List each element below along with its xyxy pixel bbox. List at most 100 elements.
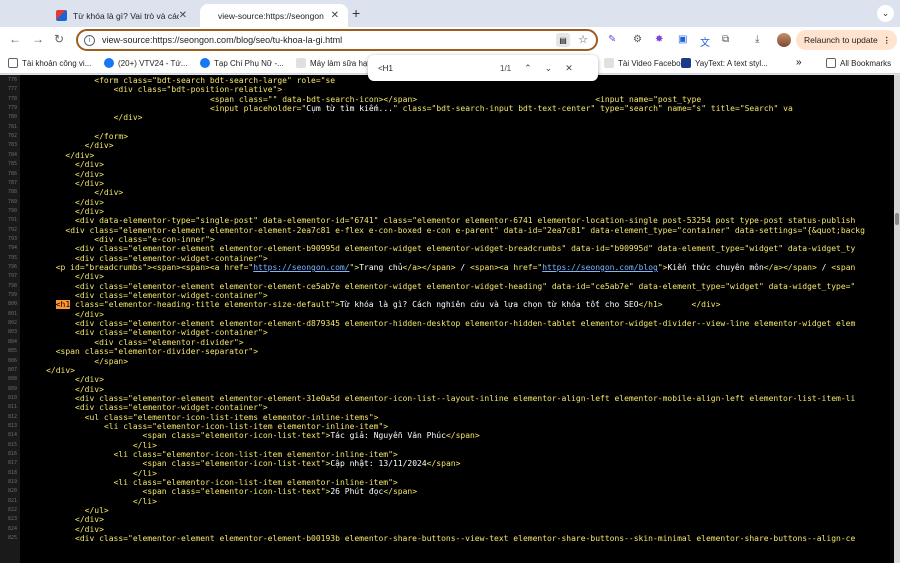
bookmark-item[interactable]: Máy làm sữa hạt (296, 58, 370, 68)
line-number: 807 (7, 366, 17, 373)
download-icon[interactable]: ⤓ (755, 34, 759, 45)
scrollbar-thumb[interactable] (895, 213, 899, 225)
bookmark-item[interactable]: Tạp Chí Phụ Nữ -... (200, 58, 284, 68)
source-token: </div> (75, 272, 104, 282)
bookmarks-overflow-button[interactable]: » (796, 57, 802, 68)
source-code: </div> (65, 151, 94, 160)
line-number: 811 (7, 404, 17, 411)
find-previous-button[interactable]: ⌃ (524, 63, 532, 74)
source-line: 807 </div> (0, 366, 894, 375)
line-number: 779 (7, 105, 17, 112)
source-line: 797 </div> (0, 272, 894, 281)
yaytext-icon (681, 58, 691, 68)
forward-button[interactable]: → (32, 32, 44, 46)
source-code: </div> (75, 160, 104, 169)
folder-icon (8, 58, 18, 68)
line-number: 776 (7, 77, 17, 83)
source-token: <form class="bdt-search bdt-search-large… (94, 76, 336, 85)
source-link[interactable]: https://seongon.com/blog (542, 263, 658, 272)
line-number: 794 (7, 245, 17, 252)
tab-article[interactable]: Từ khóa là gì? Vai trò và cách ✕ (46, 4, 196, 27)
bookmark-item[interactable]: Tài Video Faceboo... (604, 58, 692, 68)
facebook-icon (200, 58, 210, 68)
source-token: <li class="elementor-icon-list-item elem… (113, 478, 398, 488)
bookmark-item[interactable]: (20+) VTV24 - Tứ... (104, 58, 187, 68)
source-link[interactable]: https://seongon.com/ (253, 263, 349, 272)
page-action-icon[interactable]: ▤ (556, 33, 570, 47)
line-number: 778 (7, 95, 17, 102)
extension-flower-icon[interactable]: ✸ (655, 34, 663, 45)
close-tab-icon[interactable]: ✕ (179, 10, 187, 21)
extensions-puzzle-icon[interactable]: ⧉ (722, 34, 729, 45)
source-code: </div> (75, 515, 104, 524)
source-token: <div class="elementor-element elementor-… (75, 319, 856, 329)
translate-icon[interactable]: 文 (700, 34, 710, 49)
source-token: </a></span> (402, 263, 461, 272)
line-number: 782 (7, 133, 17, 140)
url-text[interactable]: view-source:https://seongon.com/blog/seo… (102, 35, 342, 45)
line-number: 796 (7, 264, 17, 270)
profile-avatar[interactable] (777, 33, 791, 47)
line-number: 785 (7, 161, 17, 168)
find-next-button[interactable]: ⌄ (545, 63, 553, 74)
source-line: 812 <ul class="elementor-icon-list-items … (0, 413, 894, 422)
back-button[interactable]: ← (9, 32, 21, 46)
source-line: 777 <div class="bdt-position-relative"> (0, 85, 894, 94)
source-token: </span> (445, 431, 480, 441)
bookmark-item[interactable]: YayText: A text styl... (681, 58, 768, 68)
source-code: <li class="elementor-icon-list-item elem… (104, 422, 388, 431)
source-line: 820 <span class="elementor-icon-list-text… (0, 487, 894, 496)
source-token: <p id="breadcrumbs"><span><span><a href=… (55, 263, 254, 272)
new-tab-button[interactable]: + (352, 5, 360, 21)
source-code: </div> (94, 188, 123, 197)
source-token: <ul class="elementor-icon-list-items ele… (84, 412, 379, 422)
line-number: 781 (7, 123, 17, 130)
source-code: <div class="elementor-widget-container"> (75, 403, 268, 412)
line-number: 788 (7, 189, 17, 196)
close-tab-icon[interactable]: ✕ (331, 10, 339, 21)
relaunch-button[interactable]: Relaunch to update ⋮ (796, 30, 897, 50)
source-token: <div class="elementor-element elementor-… (75, 281, 856, 291)
source-token: </span> (383, 487, 418, 497)
bookmark-star-icon[interactable]: ☆ (578, 33, 588, 46)
source-token: <div class="elementor-element elementor-… (75, 534, 856, 544)
source-token: Trang chủ (359, 263, 403, 272)
source-token: Cụm từ tìm kiếm... (306, 104, 393, 114)
source-token: <div class="elementor-divider"> (94, 337, 244, 347)
bookmark-item[interactable]: Tài khoản công vi... (8, 58, 91, 68)
source-token: </div> (65, 150, 95, 160)
extension-pen-icon[interactable]: ✎ (608, 34, 616, 45)
source-code: </li> (133, 469, 157, 478)
source-line: 823 </div> (0, 515, 894, 524)
line-number: 808 (7, 376, 17, 383)
source-line: 811 <div class="elementor-widget-containe… (0, 403, 894, 412)
source-code: <span class="elementor-icon-list-text">T… (143, 431, 480, 440)
source-token: </li> (132, 468, 157, 478)
find-input[interactable] (378, 63, 488, 73)
extension-box-icon[interactable]: ▣ (678, 34, 687, 45)
reload-button[interactable]: ↻ (54, 32, 64, 46)
find-close-button[interactable]: ✕ (565, 63, 573, 74)
line-number: 817 (7, 460, 17, 467)
source-code: <span class="" data-bdt-search-icon></sp… (210, 95, 701, 104)
source-code: <h1 class="elementor-heading-title eleme… (55, 300, 720, 310)
source-token: <input placeholder=" (209, 104, 307, 114)
menu-kebab-icon[interactable]: ⋮ (883, 35, 892, 46)
source-token: </span> (426, 459, 461, 469)
source-line: 810 <div class="elementor-element element… (0, 394, 894, 403)
source-line: 796 <p id="breadcrumbs"><span><span><a hr… (0, 263, 894, 272)
source-code: </div> (75, 310, 104, 319)
source-line: 795 <div class="elementor-widget-containe… (0, 254, 894, 263)
vertical-scrollbar[interactable] (894, 75, 900, 563)
site-icon (296, 58, 306, 68)
extension-gear-icon[interactable]: ⚙ (633, 34, 642, 45)
all-bookmarks-button[interactable]: All Bookmarks (826, 58, 891, 68)
line-number: 790 (7, 207, 17, 214)
tab-view-source[interactable]: view-source:https://seongon. ✕ (200, 4, 348, 27)
source-line: 819 <li class="elementor-icon-list-item e… (0, 478, 894, 487)
site-info-icon[interactable]: i (84, 34, 95, 46)
source-token: <span class="elementor-icon-list-text"> (142, 459, 331, 469)
tab-search-button[interactable]: ⌄ (877, 5, 894, 22)
site-favicon-icon (56, 10, 67, 21)
address-bar[interactable]: i view-source:https://seongon.com/blog/s… (76, 29, 598, 51)
